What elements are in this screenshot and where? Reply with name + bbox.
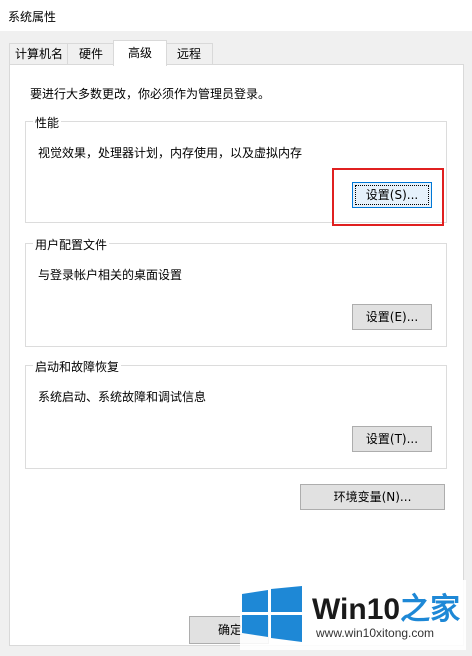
tab-advanced[interactable]: 高级: [113, 40, 167, 66]
watermark-brand-text: Win10: [312, 593, 401, 626]
startup-settings-button[interactable]: 设置(T)...: [352, 426, 432, 452]
watermark-brand: Win10之家: [312, 584, 460, 628]
profiles-desc: 与登录帐户相关的桌面设置: [38, 268, 183, 282]
admin-notice: 要进行大多数更改，你必须作为管理员登录。: [30, 87, 271, 101]
startup-recovery-group: 启动和故障恢复 系统启动、系统故障和调试信息 设置(T)...: [25, 358, 447, 469]
window-title: 系统属性: [8, 10, 57, 24]
profiles-settings-button[interactable]: 设置(E)...: [352, 304, 432, 330]
site-watermark: Win10之家 www.win10xitong.com: [240, 580, 466, 650]
title-bar: 系统属性: [0, 0, 472, 32]
tab-hardware[interactable]: 硬件: [67, 43, 115, 64]
tab-computer-name[interactable]: 计算机名: [9, 43, 69, 64]
environment-variables-button[interactable]: 环境变量(N)...: [300, 484, 445, 510]
tab-remote[interactable]: 远程: [165, 43, 213, 64]
performance-title: 性能: [33, 114, 62, 131]
red-highlight-box: [332, 168, 444, 226]
profiles-title: 用户配置文件: [33, 236, 110, 253]
performance-desc: 视觉效果，处理器计划，内存使用，以及虚拟内存: [38, 146, 303, 160]
advanced-panel: 要进行大多数更改，你必须作为管理员登录。 性能 视觉效果，处理器计划，内存使用，…: [9, 64, 464, 646]
watermark-brand-accent: 之家: [400, 593, 461, 626]
windows-logo-icon: [242, 586, 302, 642]
watermark-url: www.win10xitong.com: [316, 626, 435, 640]
startup-desc: 系统启动、系统故障和调试信息: [38, 390, 207, 404]
startup-title: 启动和故障恢复: [33, 358, 122, 375]
user-profiles-group: 用户配置文件 与登录帐户相关的桌面设置 设置(E)...: [25, 236, 447, 347]
